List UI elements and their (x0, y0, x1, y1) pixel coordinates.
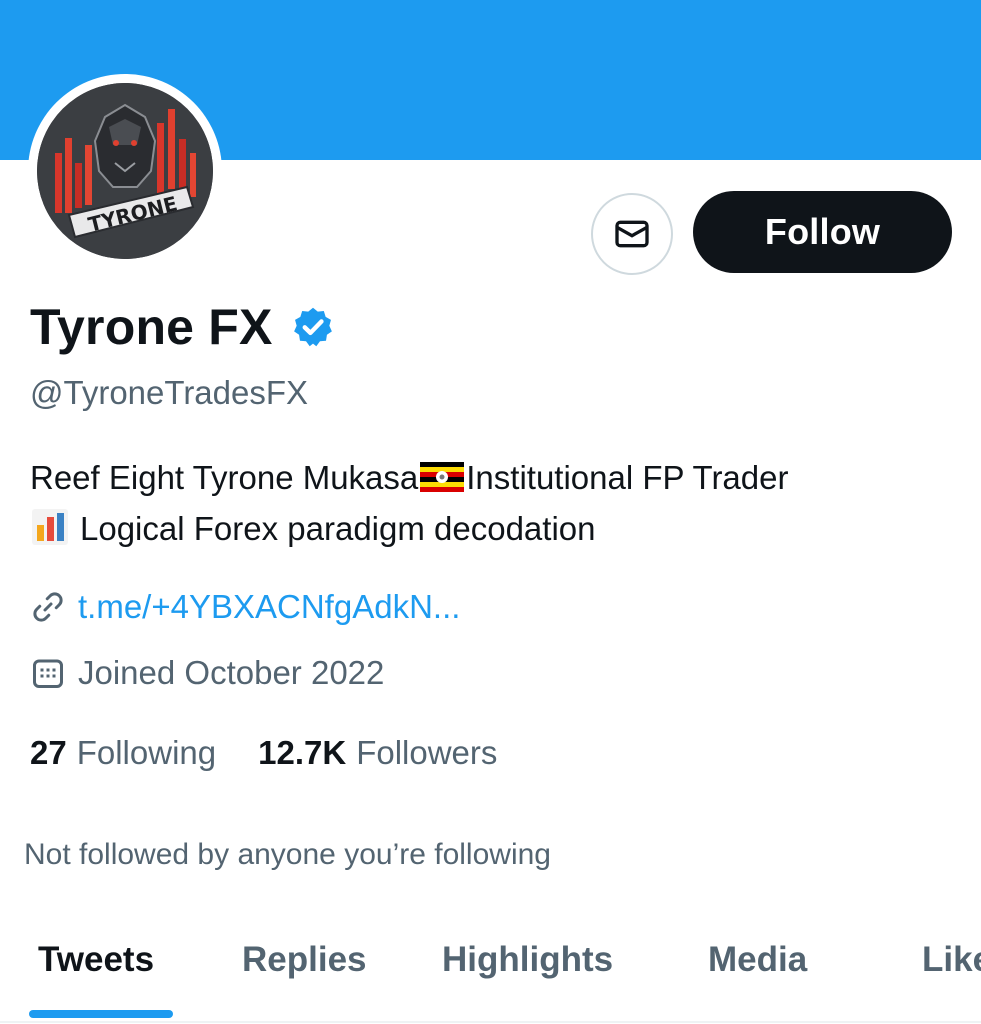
followers-stat[interactable]: 12.7K Followers (258, 734, 497, 772)
bio-text-part-1: Reef Eight Tyrone Mukasa (30, 459, 419, 496)
website-link[interactable]: t.me/+4YBXACNfgAdkN... (78, 588, 460, 626)
avatar-ring: TYRONE (28, 74, 222, 268)
tab-tweets[interactable]: Tweets (38, 940, 154, 980)
follow-stats: 27 Following 12.7K Followers (30, 734, 497, 772)
link-icon (33, 592, 63, 622)
joined-date: Joined October 2022 (78, 654, 385, 691)
envelope-icon (615, 220, 649, 248)
bio-text-part-2: Institutional FP Trader (466, 459, 789, 496)
followers-label: Followers (356, 734, 498, 771)
mutual-followers-text: Not followed by anyone you’re following (24, 838, 551, 871)
avatar[interactable]: TYRONE (37, 83, 213, 259)
following-label: Following (76, 734, 217, 771)
message-button[interactable] (591, 193, 673, 275)
tab-likes[interactable]: Likes (922, 940, 981, 980)
uganda-flag-emoji (420, 462, 465, 493)
follow-button[interactable]: Follow (693, 191, 952, 273)
display-name: Tyrone FX (30, 299, 273, 355)
bio-line-2: Logical Forex paradigm decodation (30, 503, 960, 554)
bio: Reef Eight Tyrone Mukasa Institutional F… (30, 452, 960, 554)
website-link-row[interactable]: t.me/+4YBXACNfgAdkN... (30, 588, 460, 626)
following-stat[interactable]: 27 Following (30, 734, 216, 772)
tab-media[interactable]: Media (708, 940, 807, 980)
tab-replies[interactable]: Replies (242, 940, 367, 980)
tab-highlights[interactable]: Highlights (442, 940, 613, 980)
bar-chart-emoji (32, 509, 68, 546)
following-count: 27 (30, 734, 67, 771)
followers-count: 12.7K (258, 734, 347, 771)
active-tab-indicator (29, 1010, 173, 1018)
name-row: Tyrone FX (30, 298, 335, 356)
verified-badge-icon[interactable] (291, 305, 335, 349)
calendar-icon (33, 659, 63, 688)
joined-row: Joined October 2022 (30, 654, 384, 692)
bio-line-1: Reef Eight Tyrone Mukasa Institutional F… (30, 452, 960, 503)
tabs-divider (0, 1021, 981, 1023)
handle: @TyroneTradesFX (30, 374, 309, 411)
bio-text-part-3: Logical Forex paradigm decodation (80, 510, 596, 547)
